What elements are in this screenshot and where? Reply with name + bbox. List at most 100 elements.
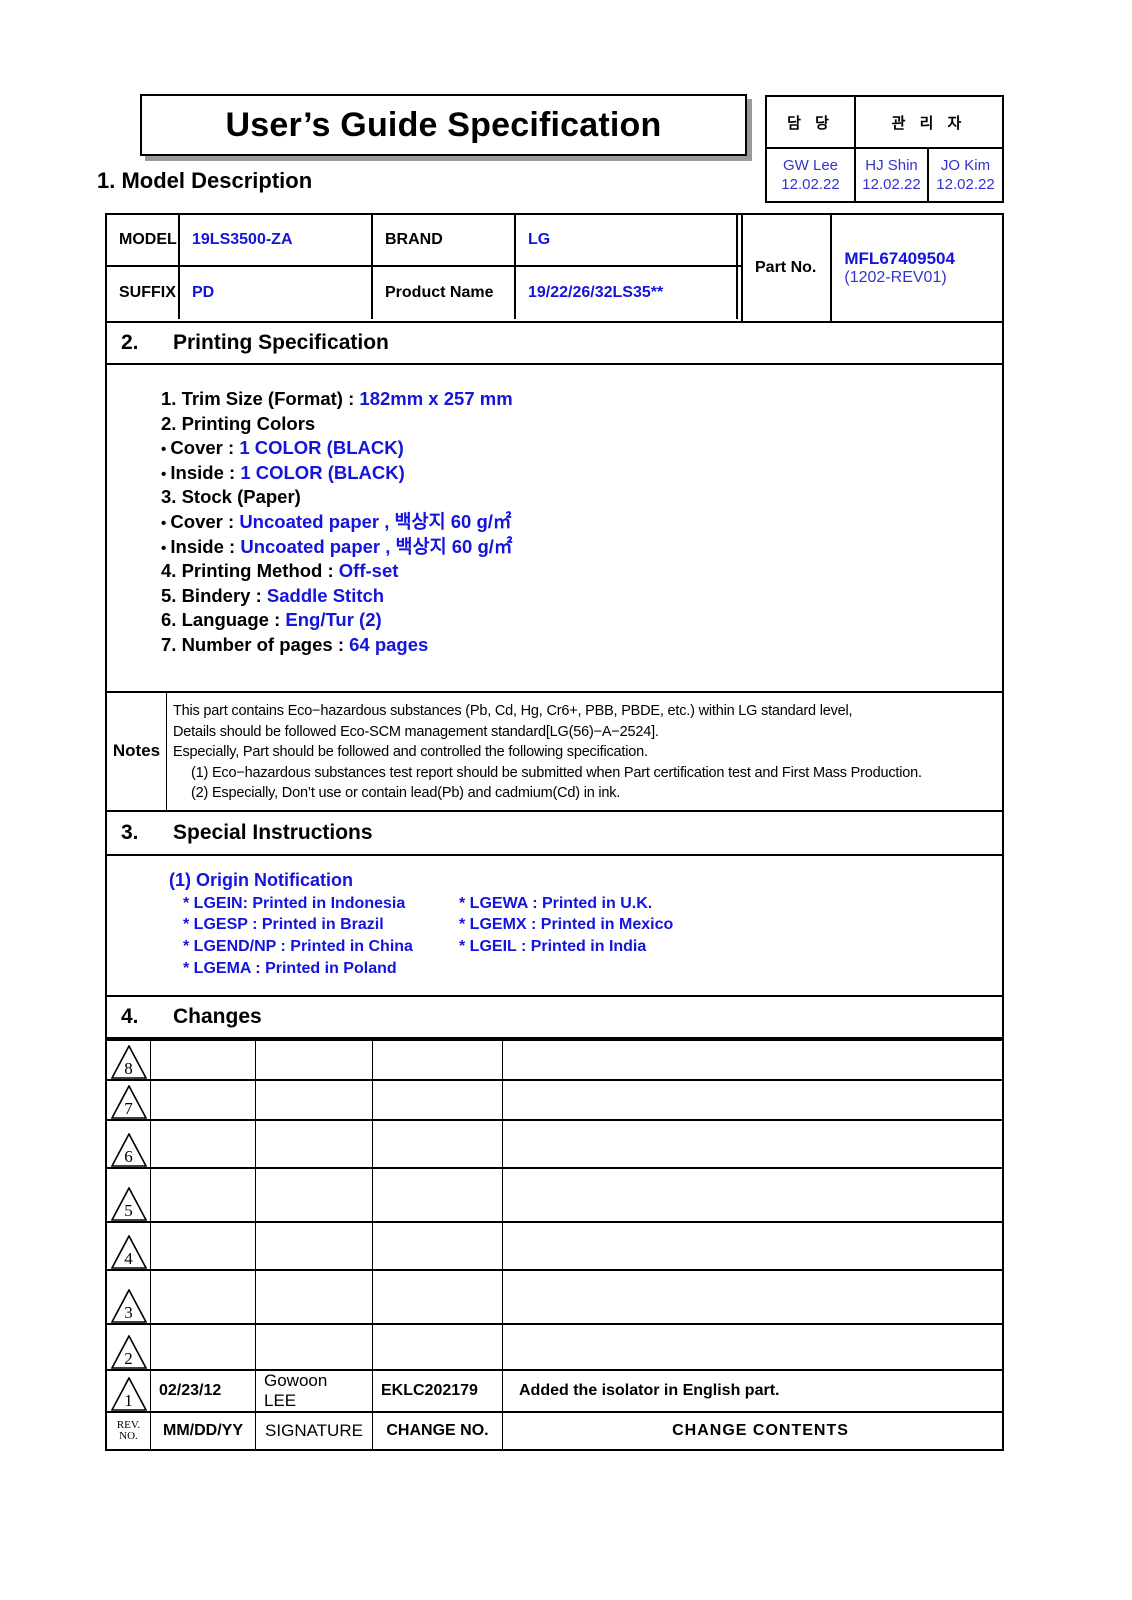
origin-right: * LGEIL : Printed in India xyxy=(459,938,647,956)
revision-marker-cell: 8 xyxy=(107,1041,151,1080)
approver-2-date: 12.02.22 xyxy=(862,176,921,193)
stamp-col2-header: 관 리 자 xyxy=(856,97,1002,149)
origin-right: * LGEMX : Printed in Mexico xyxy=(459,916,674,934)
approver-1: GW Lee 12.02.22 xyxy=(767,149,856,203)
spec-line-label: Inside : xyxy=(170,535,241,557)
change-no-header: CHANGE NO. xyxy=(373,1413,503,1450)
revision-marker-cell: 7 xyxy=(107,1081,151,1120)
origin-row: * LGEMA : Printed in Poland xyxy=(169,958,1002,980)
change-date-cell xyxy=(151,1169,256,1222)
revision-marker-cell: 1 xyxy=(107,1371,151,1412)
change-date-cell xyxy=(151,1121,256,1168)
spec-line-value: 64 pages xyxy=(349,633,429,655)
change-date-cell xyxy=(151,1041,256,1080)
approver-1-name: GW Lee xyxy=(782,157,839,175)
notes-line: Especially, Part should be followed and … xyxy=(173,744,648,761)
change-contents-header: CHANGE CONTENTS xyxy=(672,1422,849,1440)
change-signature-cell xyxy=(256,1325,373,1370)
spec-line: • Inside : 1 COLOR (BLACK) xyxy=(161,461,1002,486)
spec-line: • Cover : Uncoated paper , 백상지 60 g/㎡ xyxy=(161,510,1002,535)
section-4-number: 4. xyxy=(121,1005,139,1029)
brand-label: BRAND xyxy=(373,215,516,265)
notes-line: (1) Eco−hazardous substances test report… xyxy=(191,764,922,781)
revision-marker-cell: 4 xyxy=(107,1223,151,1270)
signature-header: SIGNATURE xyxy=(256,1413,373,1450)
date-header: MM/DD/YY xyxy=(151,1413,256,1450)
bullet-icon: • xyxy=(161,514,171,532)
spec-line: 4. Printing Method : Off-set xyxy=(161,559,1002,584)
stamp-signature-row: GW Lee 12.02.22 HJ Shin 12.02.22 JO Kim … xyxy=(767,149,1002,203)
approver-2-name: HJ Shin xyxy=(865,157,918,175)
change-signature-cell xyxy=(256,1121,373,1168)
spec-line-value: Uncoated paper , 백상지 60 g/㎡ xyxy=(240,535,513,557)
model-row: MODEL 19LS3500-ZA BRAND LG xyxy=(107,215,741,267)
revision-marker-cell: 3 xyxy=(107,1271,151,1324)
model-label: MODEL xyxy=(107,215,180,265)
notes-section: Notes This part contains Eco−hazardous s… xyxy=(107,691,1002,812)
spec-line-label: Cover : xyxy=(170,437,240,459)
bullet-icon: • xyxy=(161,539,171,557)
spec-line: 7. Number of pages : 64 pages xyxy=(161,633,1002,658)
change-signature-cell xyxy=(256,1041,373,1080)
revision-number: 1 xyxy=(124,1391,133,1411)
table-row: 2 xyxy=(107,1325,1002,1372)
table-row: 5 xyxy=(107,1169,1002,1224)
part-number-block: Part No. MFL67409504 (1202-REV01) xyxy=(741,215,1002,321)
spec-line-label: 1. Trim Size (Format) : xyxy=(161,388,360,409)
product-name-value: 19/22/26/32LS35** xyxy=(516,267,738,319)
approval-stamp: 담 당 관 리 자 GW Lee 12.02.22 HJ Shin 12.02.… xyxy=(765,95,1004,203)
spec-line-label: 7. Number of pages : xyxy=(161,633,350,655)
revision-number: 2 xyxy=(124,1349,133,1369)
revision-triangle-icon: 8 xyxy=(110,1041,147,1080)
part-no-block: MFL67409504 (1202-REV01) xyxy=(832,215,1002,321)
change-date-cell xyxy=(151,1325,256,1370)
rev-no-line2: NO. xyxy=(119,1430,138,1443)
product-name-label: Product Name xyxy=(373,267,516,319)
approver-3-name: JO Kim xyxy=(940,157,991,175)
spec-line-value: 1 COLOR (BLACK) xyxy=(240,461,405,483)
spec-line-value: Eng/Tur (2) xyxy=(285,609,382,631)
revision-triangle-icon: 1 xyxy=(110,1371,147,1412)
spec-line: 1. Trim Size (Format) : 182mm x 257 mm xyxy=(161,387,1002,412)
notes-body: This part contains Eco−hazardous substan… xyxy=(167,693,1002,810)
change-signature-cell xyxy=(256,1169,373,1222)
suffix-row: SUFFIX PD Product Name 19/22/26/32LS35** xyxy=(107,267,741,319)
specification-frame: MODEL 19LS3500-ZA BRAND LG SUFFIX PD Pro… xyxy=(105,213,1004,1452)
change-no-cell xyxy=(373,1271,503,1324)
change-contents-cell xyxy=(503,1223,1002,1269)
change-contents-cell xyxy=(503,1041,1002,1079)
origin-left: * LGEIN: Printed in Indonesia xyxy=(183,894,406,912)
page-title: User’s Guide Specification xyxy=(225,105,662,144)
change-date-cell xyxy=(151,1081,256,1120)
origin-left: * LGEMA : Printed in Poland xyxy=(183,959,397,977)
section-3-number: 3. xyxy=(121,820,139,844)
notes-label: Notes xyxy=(107,693,167,810)
section-3-header: 3. Special Instructions xyxy=(107,812,1002,856)
model-description-table: MODEL 19LS3500-ZA BRAND LG SUFFIX PD Pro… xyxy=(107,215,1002,321)
origin-row: * LGEND/NP : Printed in China * LGEIL : … xyxy=(169,936,1002,958)
spec-line-value: Off-set xyxy=(338,560,399,582)
origin-row: * LGESP : Printed in Brazil * LGEMX : Pri… xyxy=(169,914,1002,936)
stamp-header-row: 담 당 관 리 자 xyxy=(767,97,1002,149)
revision-triangle-icon: 6 xyxy=(110,1121,147,1168)
stamp-col1-header: 담 당 xyxy=(767,97,856,149)
spec-line-value: 1 COLOR (BLACK) xyxy=(239,437,404,459)
change-date-cell: 02/23/12 xyxy=(151,1371,256,1412)
change-no-cell xyxy=(373,1121,503,1168)
spec-line: • Cover : 1 COLOR (BLACK) xyxy=(161,436,1002,461)
change-signature-cell xyxy=(256,1223,373,1270)
table-row: 7 xyxy=(107,1081,1002,1122)
revision-triangle-icon: 3 xyxy=(110,1271,147,1324)
change-contents-cell: Added the isolator in English part. xyxy=(519,1382,780,1400)
approver-1-date: 12.02.22 xyxy=(781,176,840,193)
part-no-label: Part No. xyxy=(743,215,833,321)
revision-marker-cell: 6 xyxy=(107,1121,151,1168)
revision-triangle-icon: 5 xyxy=(110,1169,147,1222)
section-4-title: Changes xyxy=(173,1005,262,1029)
printing-specification-list: 1. Trim Size (Format) : 182mm x 257 mm 2.… xyxy=(107,365,1002,691)
change-no-cell xyxy=(373,1223,503,1270)
spec-line: 6. Language : Eng/Tur (2) xyxy=(161,608,1002,633)
change-contents-cell xyxy=(503,1121,1002,1167)
notes-line: Details should be followed Eco-SCM manag… xyxy=(173,723,659,740)
approver-2: HJ Shin 12.02.22 xyxy=(856,149,929,203)
